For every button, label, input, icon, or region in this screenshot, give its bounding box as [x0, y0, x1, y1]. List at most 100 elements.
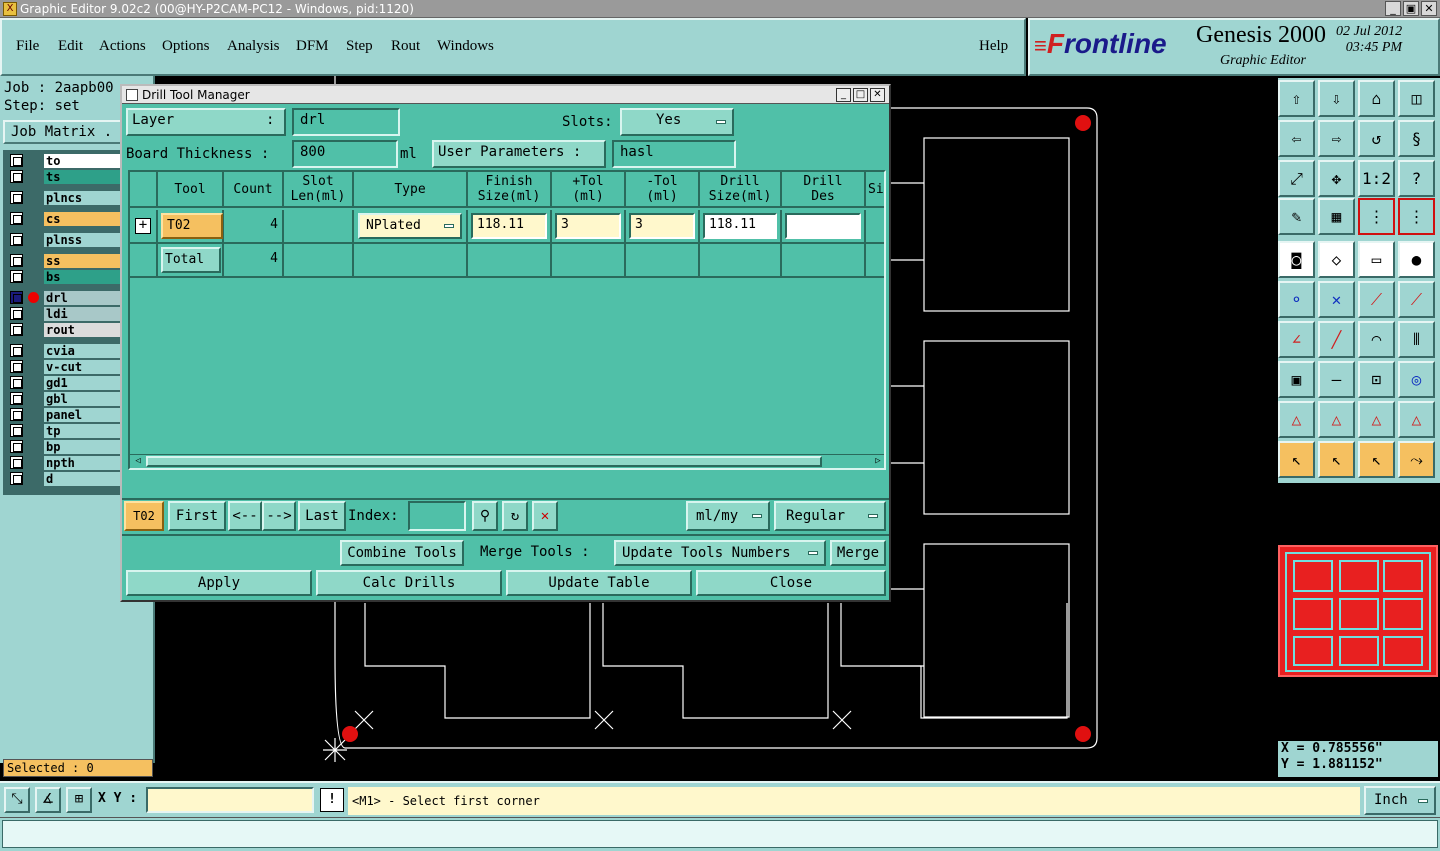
panel-minimap[interactable]	[1278, 545, 1438, 677]
layer-checkbox[interactable]	[10, 376, 23, 389]
layer-name[interactable]: plnss	[44, 233, 124, 247]
scroll-thumb[interactable]	[146, 456, 822, 467]
maximize-icon[interactable]: ▣	[1403, 1, 1419, 16]
dash-icon[interactable]: —	[1318, 361, 1355, 398]
layer-checkbox[interactable]	[10, 270, 23, 283]
units-select[interactable]: Inch	[1364, 786, 1436, 815]
layer-name[interactable]: npth	[44, 456, 124, 470]
pointer-icon[interactable]: ↖	[1278, 441, 1315, 478]
triangle-2-icon[interactable]: △	[1318, 401, 1355, 438]
layer-row[interactable]: tp	[6, 424, 124, 438]
update-table-button[interactable]: Update Table	[506, 570, 692, 596]
grid-view-icon[interactable]: ▦	[1318, 198, 1355, 235]
layer-row[interactable]: ss	[6, 254, 124, 268]
s-curve-icon[interactable]: §	[1398, 120, 1435, 157]
layer-checkbox[interactable]	[10, 392, 23, 405]
layer-checkbox[interactable]	[10, 170, 23, 183]
menu-help[interactable]: Help	[979, 38, 1008, 55]
help-icon[interactable]: ?	[1398, 160, 1435, 197]
layer-row[interactable]: cvia	[6, 344, 124, 358]
shape-icon[interactable]: ◇	[1318, 241, 1355, 278]
finish-size-input[interactable]: 118.11	[471, 213, 547, 239]
layer-name[interactable]: cvia	[44, 344, 124, 358]
combine-tools-button[interactable]: Combine Tools	[340, 540, 464, 566]
pointer-round-icon[interactable]: ↖	[1358, 441, 1395, 478]
layer-row[interactable]: gbl	[6, 392, 124, 406]
menu-rout[interactable]: Rout	[391, 38, 420, 55]
layer-name[interactable]: v-cut	[44, 360, 124, 374]
layer-checkbox[interactable]	[10, 254, 23, 267]
line-point-alt-icon[interactable]: ⟋	[1398, 281, 1435, 318]
close-button[interactable]: Close	[696, 570, 886, 596]
minus-tol-input[interactable]: 3	[629, 213, 695, 239]
last-button[interactable]: Last	[298, 501, 346, 531]
layer-checkbox[interactable]	[10, 408, 23, 421]
center-icon[interactable]: ✥	[1318, 160, 1355, 197]
layers-red-alt-icon[interactable]: ⋮	[1398, 198, 1435, 235]
dialog-minimize-icon[interactable]: _	[836, 88, 851, 102]
mode-dropdown[interactable]: Regular	[774, 501, 886, 531]
layer-name[interactable]: ldi	[44, 307, 124, 321]
exclamation-button[interactable]: !	[320, 788, 344, 812]
refresh-icon[interactable]: ↻	[502, 501, 528, 531]
layer-name[interactable]: cs	[44, 212, 124, 226]
menu-options[interactable]: Options	[162, 38, 210, 55]
drill-size-input[interactable]: 118.11	[703, 213, 777, 239]
layer-name[interactable]: panel	[44, 408, 124, 422]
layer-row[interactable]: plnss	[6, 233, 124, 247]
line-point-icon[interactable]: ⟋	[1358, 281, 1395, 318]
layer-checkbox[interactable]	[10, 323, 23, 336]
layer-name[interactable]: ts	[44, 170, 124, 184]
layer-checkbox[interactable]	[10, 344, 23, 357]
scroll-right-icon[interactable]: ▷	[872, 456, 884, 467]
home-icon[interactable]: ⌂	[1358, 80, 1395, 117]
ruler-icon[interactable]: ▭	[1358, 241, 1395, 278]
drill-des-input[interactable]	[785, 213, 861, 239]
layer-row[interactable]: panel	[6, 408, 124, 422]
layer-row[interactable]: ldi	[6, 307, 124, 321]
rotate-icon[interactable]: ↺	[1358, 120, 1395, 157]
layer-checkbox[interactable]	[10, 154, 23, 167]
menu-windows[interactable]: Windows	[437, 38, 494, 55]
menu-analysis[interactable]: Analysis	[227, 38, 280, 55]
close-icon[interactable]: ✕	[1421, 1, 1437, 16]
layer-name[interactable]: gbl	[44, 392, 124, 406]
tool-button[interactable]: T02	[161, 213, 223, 239]
page-up-icon[interactable]: ⇧	[1278, 80, 1315, 117]
layer-row[interactable]: bs	[6, 270, 124, 284]
menu-file[interactable]: File	[16, 38, 39, 55]
layer-checkbox[interactable]	[10, 456, 23, 469]
first-button[interactable]: First	[168, 501, 226, 531]
layer-row[interactable]: rout	[6, 323, 124, 337]
layer-name[interactable]: bp	[44, 440, 124, 454]
layer-checkbox[interactable]	[10, 291, 23, 304]
xy-input[interactable]	[146, 787, 314, 813]
layer-name[interactable]: bs	[44, 270, 124, 284]
table-scrollbar[interactable]: ◁ ▷	[130, 454, 884, 468]
expand-icon[interactable]: +	[135, 218, 151, 234]
layer-checkbox[interactable]	[10, 440, 23, 453]
plus-tol-input[interactable]: 3	[555, 213, 621, 239]
menu-edit[interactable]: Edit	[58, 38, 83, 55]
frame-icon[interactable]: ⊡	[1358, 361, 1395, 398]
layer-row[interactable]: to	[6, 154, 124, 168]
measure-icon[interactable]: ∡	[35, 787, 61, 813]
menu-step[interactable]: Step	[346, 38, 373, 55]
row-expand-cell[interactable]: +	[130, 210, 158, 244]
layer-row[interactable]: cs	[6, 212, 124, 226]
calc-drills-button[interactable]: Calc Drills	[316, 570, 502, 596]
circles-icon[interactable]: ◎	[1398, 361, 1435, 398]
layer-input[interactable]: drl	[292, 108, 400, 136]
split-view-icon[interactable]: ◫	[1398, 80, 1435, 117]
circle-dot-icon[interactable]: ●	[1398, 241, 1435, 278]
slots-select[interactable]: Yes	[620, 108, 734, 136]
layer-name[interactable]: plncs	[44, 191, 124, 205]
grid-icon[interactable]: ⊞	[66, 787, 92, 813]
angle-icon[interactable]: ∠	[1278, 321, 1315, 358]
triangle-3-icon[interactable]: △	[1358, 401, 1395, 438]
square-dot-icon[interactable]: ▣	[1278, 361, 1315, 398]
cross-icon[interactable]: ✕	[1318, 281, 1355, 318]
layer-row[interactable]: bp	[6, 440, 124, 454]
user-parameters-input[interactable]: hasl	[612, 140, 736, 168]
layer-row[interactable]: drl	[6, 291, 124, 305]
